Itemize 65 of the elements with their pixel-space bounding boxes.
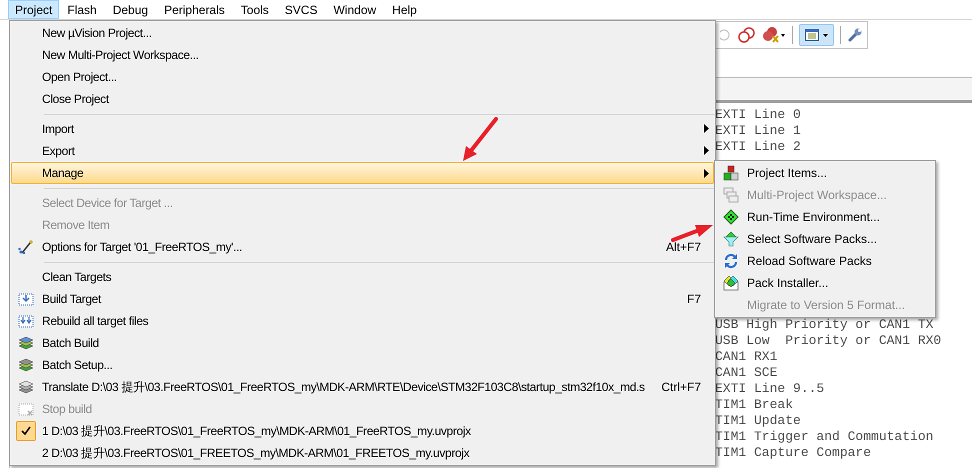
menu-item[interactable]: Options for Target '01_FreeRTOS_my'... Alt+F7 — [12, 236, 713, 258]
menu-item[interactable]: Open Project... — [12, 66, 713, 88]
menu-item[interactable]: Batch Setup... — [12, 354, 713, 376]
reload-icon — [723, 253, 739, 269]
build-icon — [18, 291, 34, 307]
code-line: TIM1 Update — [715, 413, 802, 429]
annotation-arrow — [460, 116, 500, 164]
code-line: EXTI Line 9..5 — [715, 381, 826, 397]
window-icon — [805, 29, 819, 41]
blocks-icon — [723, 165, 739, 181]
stop-build-icon — [18, 401, 34, 417]
wand-icon — [18, 239, 34, 255]
window-layout-button[interactable] — [799, 24, 834, 46]
code-line: EXTI Line 1 — [715, 123, 802, 139]
menu-item[interactable]: 1 D:\03 提升\03.FreeRTOS\01_FreeRTOS_my\MDK-ARM\01_FreeRTOS_my.uvprojx — [12, 420, 713, 442]
stack-icon — [18, 357, 34, 373]
packages-icon — [723, 275, 739, 291]
menu-item[interactable]: 2 D:\03 提升\03.FreeRTOS\01_FREETOS_my\MDK-ARM\01_FREETOS_my.uvprojx — [12, 442, 713, 464]
menu-item[interactable]: Project — [8, 0, 60, 19]
code-line: TIM1 Break — [715, 397, 794, 413]
menu-item[interactable]: Pack Installer... — [717, 272, 933, 294]
code-line: CAN1 RX1 — [715, 349, 778, 365]
stack-icon — [18, 335, 34, 351]
code-line: CAN1 SCE — [715, 365, 778, 381]
code-line: USB High Priority or CAN1 TX — [715, 317, 934, 333]
menu-item[interactable]: Reload Software Packs — [717, 250, 933, 272]
menu-item[interactable]: Import — [12, 118, 713, 140]
menu-item[interactable]: Close Project — [12, 88, 713, 110]
code-line: TIM1 Trigger and Commutation — [715, 429, 934, 445]
menu-item[interactable]: Run-Time Environment... — [717, 206, 933, 228]
code-line: EXTI Line 2 — [715, 139, 802, 155]
kill-breakpoints-icon[interactable] — [762, 27, 786, 43]
code-line: USB Low Priority or CAN1 RX0 — [715, 333, 942, 349]
caret-icon — [823, 34, 828, 36]
menu-item[interactable]: New Multi-Project Workspace... — [12, 44, 713, 66]
windows-icon — [723, 187, 739, 203]
menu-item[interactable]: New µVision Project... — [12, 22, 713, 44]
menu-item[interactable]: Debug — [104, 0, 156, 19]
menu-item[interactable]: Translate D:\03 提升\03.FreeRTOS\01_FreeRTOS_my\MDK-ARM\RTE\Device\STM32F103C8\startup_stm32f10x_md.s Ctrl+F7 — [12, 376, 713, 398]
diamond-icon — [723, 209, 739, 225]
stack-icon — [18, 379, 34, 395]
shortcut-label: Ctrl+F7 — [661, 379, 701, 396]
menu-item[interactable]: Project Items... — [717, 162, 933, 184]
menu-item[interactable]: Clean Targets — [12, 266, 713, 288]
menu-item[interactable]: SVCS — [276, 0, 326, 19]
code-line: TIM1 Capture Compare — [715, 445, 872, 461]
breakpoints-icon[interactable] — [738, 27, 756, 43]
menu-item[interactable]: Flash — [59, 0, 105, 19]
checkmark-icon — [21, 426, 31, 436]
menu-item[interactable]: Select Software Packs... — [717, 228, 933, 250]
menu-item[interactable]: Help — [384, 0, 425, 19]
rebuild-icon — [18, 313, 34, 329]
code-line: EXTI Line 0 — [715, 107, 802, 123]
menu-item[interactable]: Rebuild all target files — [12, 310, 713, 332]
menu-item[interactable]: Export — [12, 140, 713, 162]
menu-item[interactable]: Peripherals — [156, 0, 233, 19]
shortcut-label: F7 — [686, 291, 701, 308]
shortcut-label: Alt+F7 — [666, 239, 701, 256]
funnel-icon — [723, 231, 739, 247]
wrench-icon[interactable] — [847, 27, 863, 43]
menu-item[interactable]: Window — [325, 0, 384, 19]
menu-item[interactable]: Batch Build — [12, 332, 713, 354]
menu-item[interactable]: Tools — [232, 0, 277, 19]
menu-item[interactable]: Manage — [11, 162, 714, 184]
menu-item[interactable]: Build Target F7 — [12, 288, 713, 310]
